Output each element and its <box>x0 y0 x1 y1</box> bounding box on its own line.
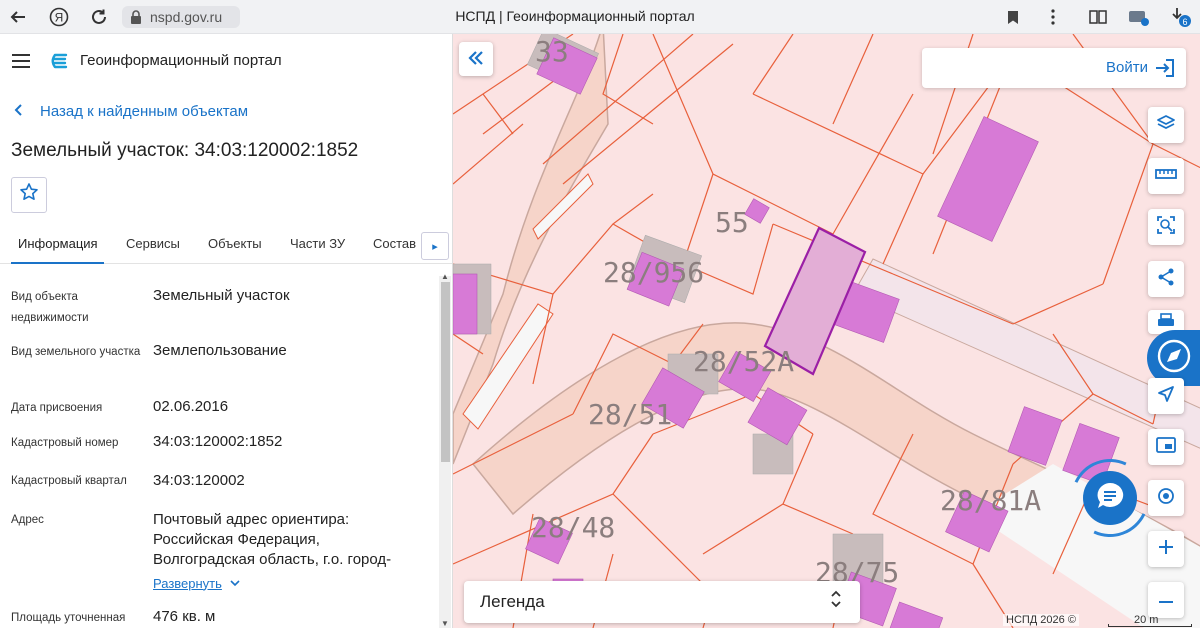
map-attribution: НСПД 2026 © <box>1003 614 1079 626</box>
chevron-left-icon <box>14 103 28 120</box>
portal-logo-icon <box>51 51 71 71</box>
area-select-icon <box>1156 215 1176 240</box>
feedback-icon <box>1157 339 1191 378</box>
property-value: 476 кв. м <box>153 608 216 625</box>
legend-dropdown[interactable]: Легенда <box>464 581 860 623</box>
navigation-arrow-icon <box>1157 385 1175 408</box>
property-label: Дата присвоения <box>11 402 103 414</box>
address-value: Почтовый адрес ориентира: Российская Фед… <box>153 511 392 568</box>
parcel-label: 28/81А <box>940 484 1041 517</box>
property-label: Адрес <box>11 514 44 526</box>
back-link-label: Назад к найденным объектам <box>40 103 249 120</box>
property-label: Кадастровый квартал <box>11 475 127 487</box>
panel-scrollbar[interactable]: ▲ ▼ <box>439 272 451 628</box>
double-chevron-left-icon <box>468 49 484 70</box>
downloads-icon[interactable]: 6 <box>1168 5 1192 29</box>
scale-bar <box>1108 624 1192 627</box>
parcel-label: 28/956 <box>603 256 704 289</box>
info-tabs: Информация Сервисы Объекты Части ЗУ Сост… <box>0 224 452 264</box>
login-icon <box>1154 57 1176 79</box>
page-title: Земельный участок: 34:03:120002:1852 <box>11 140 359 161</box>
minus-icon <box>1158 591 1174 609</box>
bookmark-icon[interactable] <box>1001 5 1025 29</box>
map-canvas[interactable]: 33 55 28/956 28/52А 28/51 28/81А 28/48 2… <box>453 34 1200 628</box>
chevron-up-down-icon <box>830 589 842 611</box>
ruler-icon <box>1155 167 1177 186</box>
layers-button[interactable] <box>1148 107 1184 143</box>
property-value: 34:03:120002 <box>153 472 245 489</box>
legend-label: Легенда <box>480 592 545 611</box>
zoom-in-button[interactable] <box>1148 531 1184 567</box>
share-icon <box>1156 267 1176 292</box>
property-value: Землепользование <box>153 342 287 359</box>
reading-mode-icon[interactable] <box>1086 5 1110 29</box>
collapse-panel-button[interactable] <box>459 42 493 76</box>
layers-icon <box>1156 113 1176 138</box>
printer-icon <box>1156 312 1176 332</box>
tab-parts[interactable]: Части ЗУ <box>290 236 345 251</box>
browser-toolbar: Я nspd.gov.ru НСПД | Геоинформационный п… <box>0 0 1200 34</box>
property-label: Кадастровый номер <box>11 437 119 449</box>
parcel-label: 55 <box>715 206 749 239</box>
plus-icon <box>1158 539 1174 560</box>
parcel-label: 33 <box>535 35 569 68</box>
expand-address-link[interactable]: Развернуть <box>153 574 240 592</box>
expand-label: Развернуть <box>153 575 222 591</box>
basemap-button[interactable] <box>1148 429 1184 465</box>
chat-button[interactable] <box>1083 471 1137 525</box>
extension-icon[interactable] <box>1127 5 1151 29</box>
object-info-panel: Геоинформационный портал Назад к найденн… <box>0 34 453 628</box>
tabs-scroll-right-button[interactable]: ▸ <box>421 232 449 260</box>
portal-title: Геоинформационный портал <box>80 52 282 69</box>
property-label: Вид объекта недвижимости <box>11 291 89 324</box>
downloads-badge: 6 <box>1182 17 1187 27</box>
star-icon <box>19 182 39 208</box>
tab-information[interactable]: Информация <box>18 236 98 251</box>
cadastral-map[interactable]: 33 55 28/956 28/52А 28/51 28/81А 28/48 2… <box>453 34 1200 628</box>
property-value: 34:03:120002:1852 <box>153 433 283 450</box>
chevron-down-icon <box>230 574 240 592</box>
login-button[interactable]: Войти <box>922 48 1186 88</box>
page-tab-title: НСПД | Геоинформационный портал <box>455 8 695 24</box>
tab-composition[interactable]: Состав <box>373 236 416 251</box>
measure-button[interactable] <box>1148 158 1184 194</box>
hamburger-menu-icon[interactable] <box>12 54 30 68</box>
picture-in-picture-icon <box>1156 436 1176 458</box>
active-tab-indicator <box>11 262 104 264</box>
parcel-label: 28/48 <box>531 511 615 544</box>
scroll-up-icon[interactable]: ▲ <box>439 272 451 281</box>
tab-services[interactable]: Сервисы <box>126 236 180 251</box>
property-label: Вид земельного участка <box>11 346 141 358</box>
property-value: 02.06.2016 <box>153 398 229 415</box>
property-label: Площадь уточненная <box>11 612 126 624</box>
back-to-results-link[interactable]: Назад к найденным объектам <box>14 103 248 120</box>
scroll-down-icon[interactable]: ▼ <box>439 619 451 628</box>
geo-search-button[interactable] <box>1148 480 1184 516</box>
at-location-icon <box>1157 487 1175 510</box>
more-menu-icon[interactable] <box>1041 5 1065 29</box>
favorite-button[interactable] <box>11 177 47 213</box>
select-area-button[interactable] <box>1148 209 1184 245</box>
my-location-button[interactable] <box>1148 378 1184 414</box>
chevron-right-icon: ▸ <box>432 240 438 253</box>
scroll-thumb[interactable] <box>441 282 450 462</box>
property-value: Земельный участок <box>153 287 290 304</box>
parcel-label: 28/51 <box>588 398 672 431</box>
share-button[interactable] <box>1148 261 1184 297</box>
zoom-out-button[interactable] <box>1148 582 1184 618</box>
parcel-label: 28/52А <box>693 345 794 378</box>
tab-objects[interactable]: Объекты <box>208 236 262 251</box>
chat-icon <box>1093 479 1127 518</box>
login-label: Войти <box>1106 59 1148 76</box>
